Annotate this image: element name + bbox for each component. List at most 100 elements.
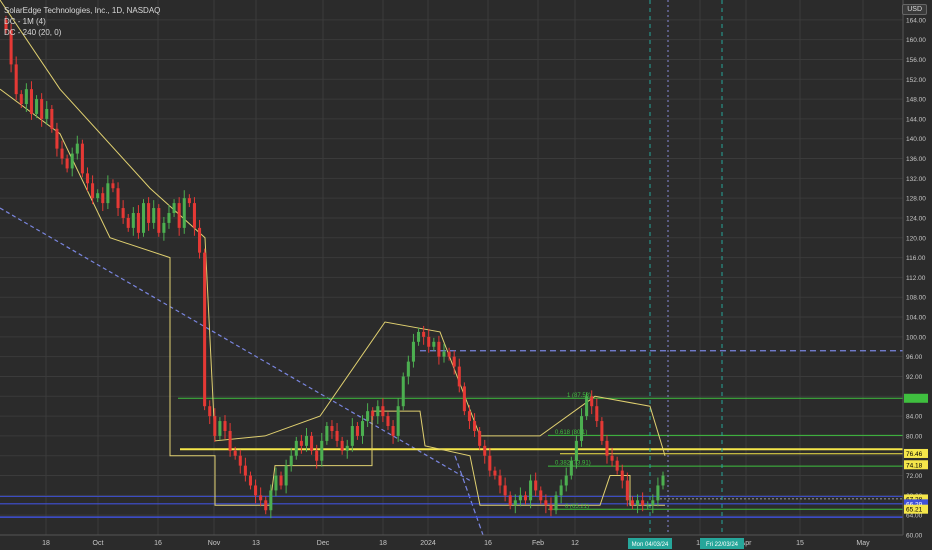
candle-body xyxy=(427,336,431,347)
candle-body xyxy=(136,213,140,233)
time-tick-label: 18 xyxy=(379,540,387,547)
price-tick-label: 112.00 xyxy=(906,275,926,282)
price-tick-label: 84.00 xyxy=(906,414,923,421)
candle-body xyxy=(325,426,329,441)
candle-body xyxy=(320,440,324,461)
candle-body xyxy=(55,128,59,149)
candle-body xyxy=(534,480,538,491)
candle-body xyxy=(366,411,370,422)
candle-body xyxy=(254,485,258,496)
candle-body xyxy=(19,94,23,105)
time-tick-label: 13 xyxy=(252,540,260,547)
candle-body xyxy=(223,421,227,431)
candle-body xyxy=(386,416,390,427)
candle-body xyxy=(417,331,421,342)
candle-body xyxy=(228,430,232,451)
candle-body xyxy=(544,500,548,506)
price-tick-label: 104.00 xyxy=(906,315,926,322)
candle-body xyxy=(615,460,619,471)
price-tick-label: 156.00 xyxy=(906,57,926,64)
candle-body xyxy=(345,445,349,451)
candle-body xyxy=(85,173,90,184)
candle-body xyxy=(238,455,242,466)
price-tick-label: 72.00 xyxy=(906,473,923,480)
candle-body xyxy=(50,108,54,129)
candle-body xyxy=(198,227,202,253)
time-tick-label: Oct xyxy=(93,540,104,547)
time-tick-label: 16 xyxy=(154,540,162,547)
symbol-title[interactable]: SolarEdge Technologies, Inc., 1D, NASDAQ xyxy=(4,5,160,16)
candle-body xyxy=(549,505,553,511)
price-tag-label: 76.46 xyxy=(906,451,923,458)
price-tick-label: 132.00 xyxy=(906,176,926,183)
candle-body xyxy=(564,475,568,486)
candle-body xyxy=(40,99,44,119)
fib-label: 0.382 (73.91) xyxy=(555,461,591,467)
price-tick-label: 60.00 xyxy=(906,533,923,540)
candle-body xyxy=(259,495,263,501)
candle-body xyxy=(111,183,115,189)
price-tick-label: 96.00 xyxy=(906,354,923,361)
candle-body xyxy=(620,470,624,481)
candle-body xyxy=(585,396,589,417)
candle-body xyxy=(381,406,385,417)
candle-body xyxy=(523,495,528,501)
candle-body xyxy=(478,430,482,446)
candle-body xyxy=(187,198,191,204)
candle-body xyxy=(559,485,563,496)
candle-body xyxy=(289,455,293,466)
candle-body xyxy=(80,143,84,174)
candle-body xyxy=(279,475,283,486)
candle-body xyxy=(473,421,477,431)
candle-body xyxy=(554,495,558,511)
price-chart[interactable]: 1 (87.58) 0.618 (80.1) 0.382 (73.91) 0 (65.… xyxy=(0,0,932,550)
indicator-dc-1m[interactable]: DC - 1M (4) xyxy=(4,16,160,27)
candle-body xyxy=(483,445,487,456)
price-tick-label: 80.00 xyxy=(906,433,923,440)
candle-body xyxy=(498,475,502,486)
candle-body xyxy=(513,500,517,506)
fib-price-tag xyxy=(904,393,928,403)
candle-body xyxy=(574,440,578,461)
candle-body xyxy=(411,341,415,362)
candle-body xyxy=(284,465,288,486)
fib-label: 1 (87.58) xyxy=(567,393,591,399)
candle-body xyxy=(101,193,105,204)
candle-body xyxy=(503,485,507,496)
candle-body xyxy=(177,203,181,228)
date-tag-label: Fri 22/03/24 xyxy=(706,542,739,548)
price-tick-label: 144.00 xyxy=(906,116,926,123)
candle-body xyxy=(605,440,609,456)
candle-body xyxy=(360,421,365,436)
candle-body xyxy=(126,217,130,228)
candle-body xyxy=(269,490,273,511)
price-tick-label: 164.00 xyxy=(906,17,926,24)
price-tag-label: 74.18 xyxy=(906,462,923,469)
price-tick-label: 100.00 xyxy=(906,334,926,341)
time-tick-label: Feb xyxy=(532,540,544,547)
candle-body xyxy=(641,500,645,506)
price-tick-label: 136.00 xyxy=(906,156,926,163)
time-tick-label: Dec xyxy=(317,540,330,547)
candle-body xyxy=(493,470,497,476)
price-tick-label: 64.00 xyxy=(906,513,923,520)
candle-body xyxy=(315,450,319,461)
candle-body xyxy=(299,440,303,446)
candle-body xyxy=(335,430,339,441)
candle-body xyxy=(310,435,314,451)
candle-body xyxy=(422,331,426,337)
candle-body xyxy=(233,450,237,456)
candle-body xyxy=(203,252,207,407)
candle-body xyxy=(457,366,461,387)
price-tick-label: 152.00 xyxy=(906,77,926,84)
price-tick-label: 140.00 xyxy=(906,136,926,143)
candle-body xyxy=(75,143,79,154)
candle-body xyxy=(651,500,655,506)
fib-label: 0 (65.21) xyxy=(565,504,589,510)
candle-body xyxy=(595,406,599,422)
candle-body xyxy=(167,213,171,223)
price-tick-label: 120.00 xyxy=(906,235,926,242)
time-tick-label: Nov xyxy=(208,540,221,547)
currency-badge[interactable]: USD xyxy=(902,4,927,15)
indicator-dc-240[interactable]: DC - 240 (20, 0) xyxy=(4,27,160,38)
